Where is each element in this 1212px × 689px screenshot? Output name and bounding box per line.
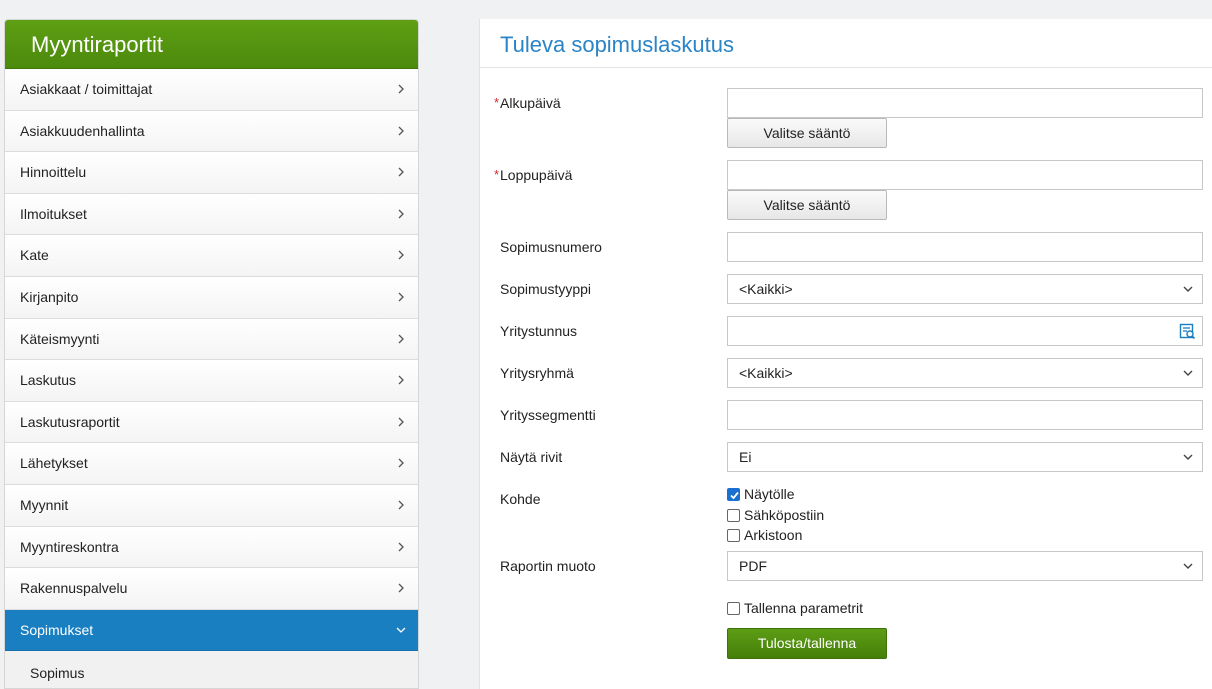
end-date-rule-button[interactable]: Valitse sääntö — [727, 190, 887, 220]
sidebar-item-lähetykset[interactable]: Lähetykset — [5, 443, 418, 485]
sidebar-item-asiakkaat-toimittajat[interactable]: Asiakkaat / toimittajat — [5, 69, 418, 111]
contract-type-label: Sopimustyyppi — [500, 281, 592, 297]
checkbox[interactable] — [727, 602, 740, 615]
sidebar-item-label: Hinnoittelu — [20, 164, 87, 181]
company-group-value: <Kaikki> — [739, 365, 793, 381]
chevron-right-icon — [398, 542, 404, 551]
chevron-right-icon — [398, 375, 404, 385]
chevron-right-icon — [398, 334, 404, 344]
company-id-label: Yritystunnus — [500, 323, 578, 339]
chevron-down-icon — [396, 627, 406, 633]
chevron-down-icon — [1183, 286, 1193, 292]
sidebar-item-label: Ilmoitukset — [20, 205, 87, 222]
company-group-label: Yritysryhmä — [500, 365, 574, 381]
sidebar-item-label: Asiakkuudenhallinta — [20, 122, 145, 139]
sidebar-item-label: Asiakkaat / toimittajat — [20, 81, 153, 97]
save-params-checkbox[interactable]: Tallenna parametrit — [727, 599, 863, 617]
sidebar-item-label: Laskutusraportit — [20, 413, 120, 430]
report-format-value: PDF — [739, 558, 767, 574]
sidebar-item-ilmoitukset[interactable]: Ilmoitukset — [5, 193, 418, 236]
sidebar-item-laskutus[interactable]: Laskutus — [5, 360, 418, 402]
save-params-label: Tallenna parametrit — [744, 600, 864, 616]
sidebar-item-sopimukset[interactable]: Sopimukset — [5, 609, 418, 652]
sidebar-item-label: Laskutus — [20, 372, 77, 389]
required-marker: * — [494, 95, 500, 110]
chevron-right-icon — [398, 292, 404, 302]
sidebar-item-asiakkuudenhallinta[interactable]: Asiakkuudenhallinta — [5, 110, 418, 153]
chevron-down-icon — [1183, 454, 1193, 460]
sidebar-item-label: Rakennuspalvelu — [20, 580, 128, 597]
start-date-input[interactable] — [727, 88, 1203, 118]
sidebar-item-hinnoittelu[interactable]: Hinnoittelu — [5, 152, 418, 194]
start-date-rule-button[interactable]: Valitse sääntö — [727, 118, 887, 148]
sidebar-subitem-sopimus[interactable]: Sopimus — [5, 651, 418, 688]
sidebar-item-myynnit[interactable]: Myynnit — [5, 484, 418, 527]
contract-number-input[interactable] — [727, 232, 1203, 262]
show-rows-label: Näytä rivit — [500, 449, 563, 465]
report-format-select[interactable]: PDF — [727, 551, 1203, 581]
chevron-right-icon — [398, 84, 404, 94]
target-label: Kohde — [500, 491, 541, 507]
target-option-email[interactable]: Sähköpostiin — [727, 506, 824, 524]
contract-number-label: Sopimusnumero — [500, 239, 602, 255]
target-option-label: Näytölle — [744, 486, 795, 502]
print-save-button[interactable]: Tulosta/tallenna — [727, 628, 887, 659]
sidebar-title: Myyntiraportit — [5, 20, 418, 69]
contract-type-select[interactable]: <Kaikki> — [727, 274, 1203, 304]
chevron-right-icon — [398, 500, 404, 510]
chevron-right-icon — [398, 417, 404, 427]
sidebar-item-kate[interactable]: Kate — [5, 235, 418, 277]
chevron-right-icon — [398, 167, 404, 177]
sidebar-item-kirjanpito[interactable]: Kirjanpito — [5, 276, 418, 319]
sidebar-item-label: Myyntireskontra — [20, 538, 119, 555]
sidebar-item-label: Sopimukset — [20, 621, 94, 638]
page-title: Tuleva sopimuslaskutus — [480, 19, 1212, 68]
target-option-label: Sähköpostiin — [744, 507, 825, 523]
chevron-right-icon — [398, 583, 404, 593]
target-option-archive[interactable]: Arkistoon — [727, 526, 802, 544]
sidebar-item-label: Kate — [20, 247, 49, 264]
start-date-label: Alkupäivä — [500, 95, 561, 111]
checkbox[interactable] — [727, 529, 740, 542]
chevron-right-icon — [398, 250, 404, 260]
contract-type-value: <Kaikki> — [739, 281, 793, 297]
sidebar-item-käteismyynti[interactable]: Käteismyynti — [5, 318, 418, 361]
sidebar-item-label: Käteismyynti — [20, 330, 100, 347]
company-group-select[interactable]: <Kaikki> — [727, 358, 1203, 388]
report-form-panel: Tuleva sopimuslaskutus * Alkupäivä Valit… — [479, 19, 1212, 689]
report-format-label: Raportin muoto — [500, 558, 596, 574]
sidebar-item-rakennuspalvelu[interactable]: Rakennuspalvelu — [5, 568, 418, 610]
sidebar-item-label: Lähetykset — [20, 455, 88, 472]
end-date-label: Loppupäivä — [500, 167, 573, 183]
chevron-right-icon — [398, 458, 404, 468]
chevron-right-icon — [398, 126, 404, 136]
end-date-input[interactable] — [727, 160, 1203, 190]
show-rows-value: Ei — [739, 449, 752, 465]
sidebar-item-label: Myynnit — [20, 496, 69, 513]
company-segment-input[interactable] — [727, 400, 1203, 430]
target-option-screen[interactable]: Näytölle — [727, 485, 795, 503]
company-id-input[interactable] — [727, 316, 1203, 346]
sidebar-item-label: Kirjanpito — [20, 288, 79, 305]
checkbox-checked[interactable] — [727, 488, 740, 501]
checkbox[interactable] — [727, 509, 740, 522]
show-rows-select[interactable]: Ei — [727, 442, 1203, 472]
chevron-right-icon — [398, 209, 404, 219]
sidebar-menu: Myyntiraportit Asiakkaat / toimittajat As… — [4, 19, 419, 689]
required-marker: * — [494, 167, 500, 182]
chevron-down-icon — [1183, 370, 1193, 376]
company-segment-label: Yrityssegmentti — [500, 407, 596, 423]
sidebar-item-myyntireskontra[interactable]: Myyntireskontra — [5, 526, 418, 569]
sidebar-item-laskutusraportit[interactable]: Laskutusraportit — [5, 401, 418, 444]
chevron-down-icon — [1183, 563, 1193, 569]
target-option-label: Arkistoon — [744, 527, 803, 543]
lookup-icon[interactable] — [1179, 323, 1196, 340]
